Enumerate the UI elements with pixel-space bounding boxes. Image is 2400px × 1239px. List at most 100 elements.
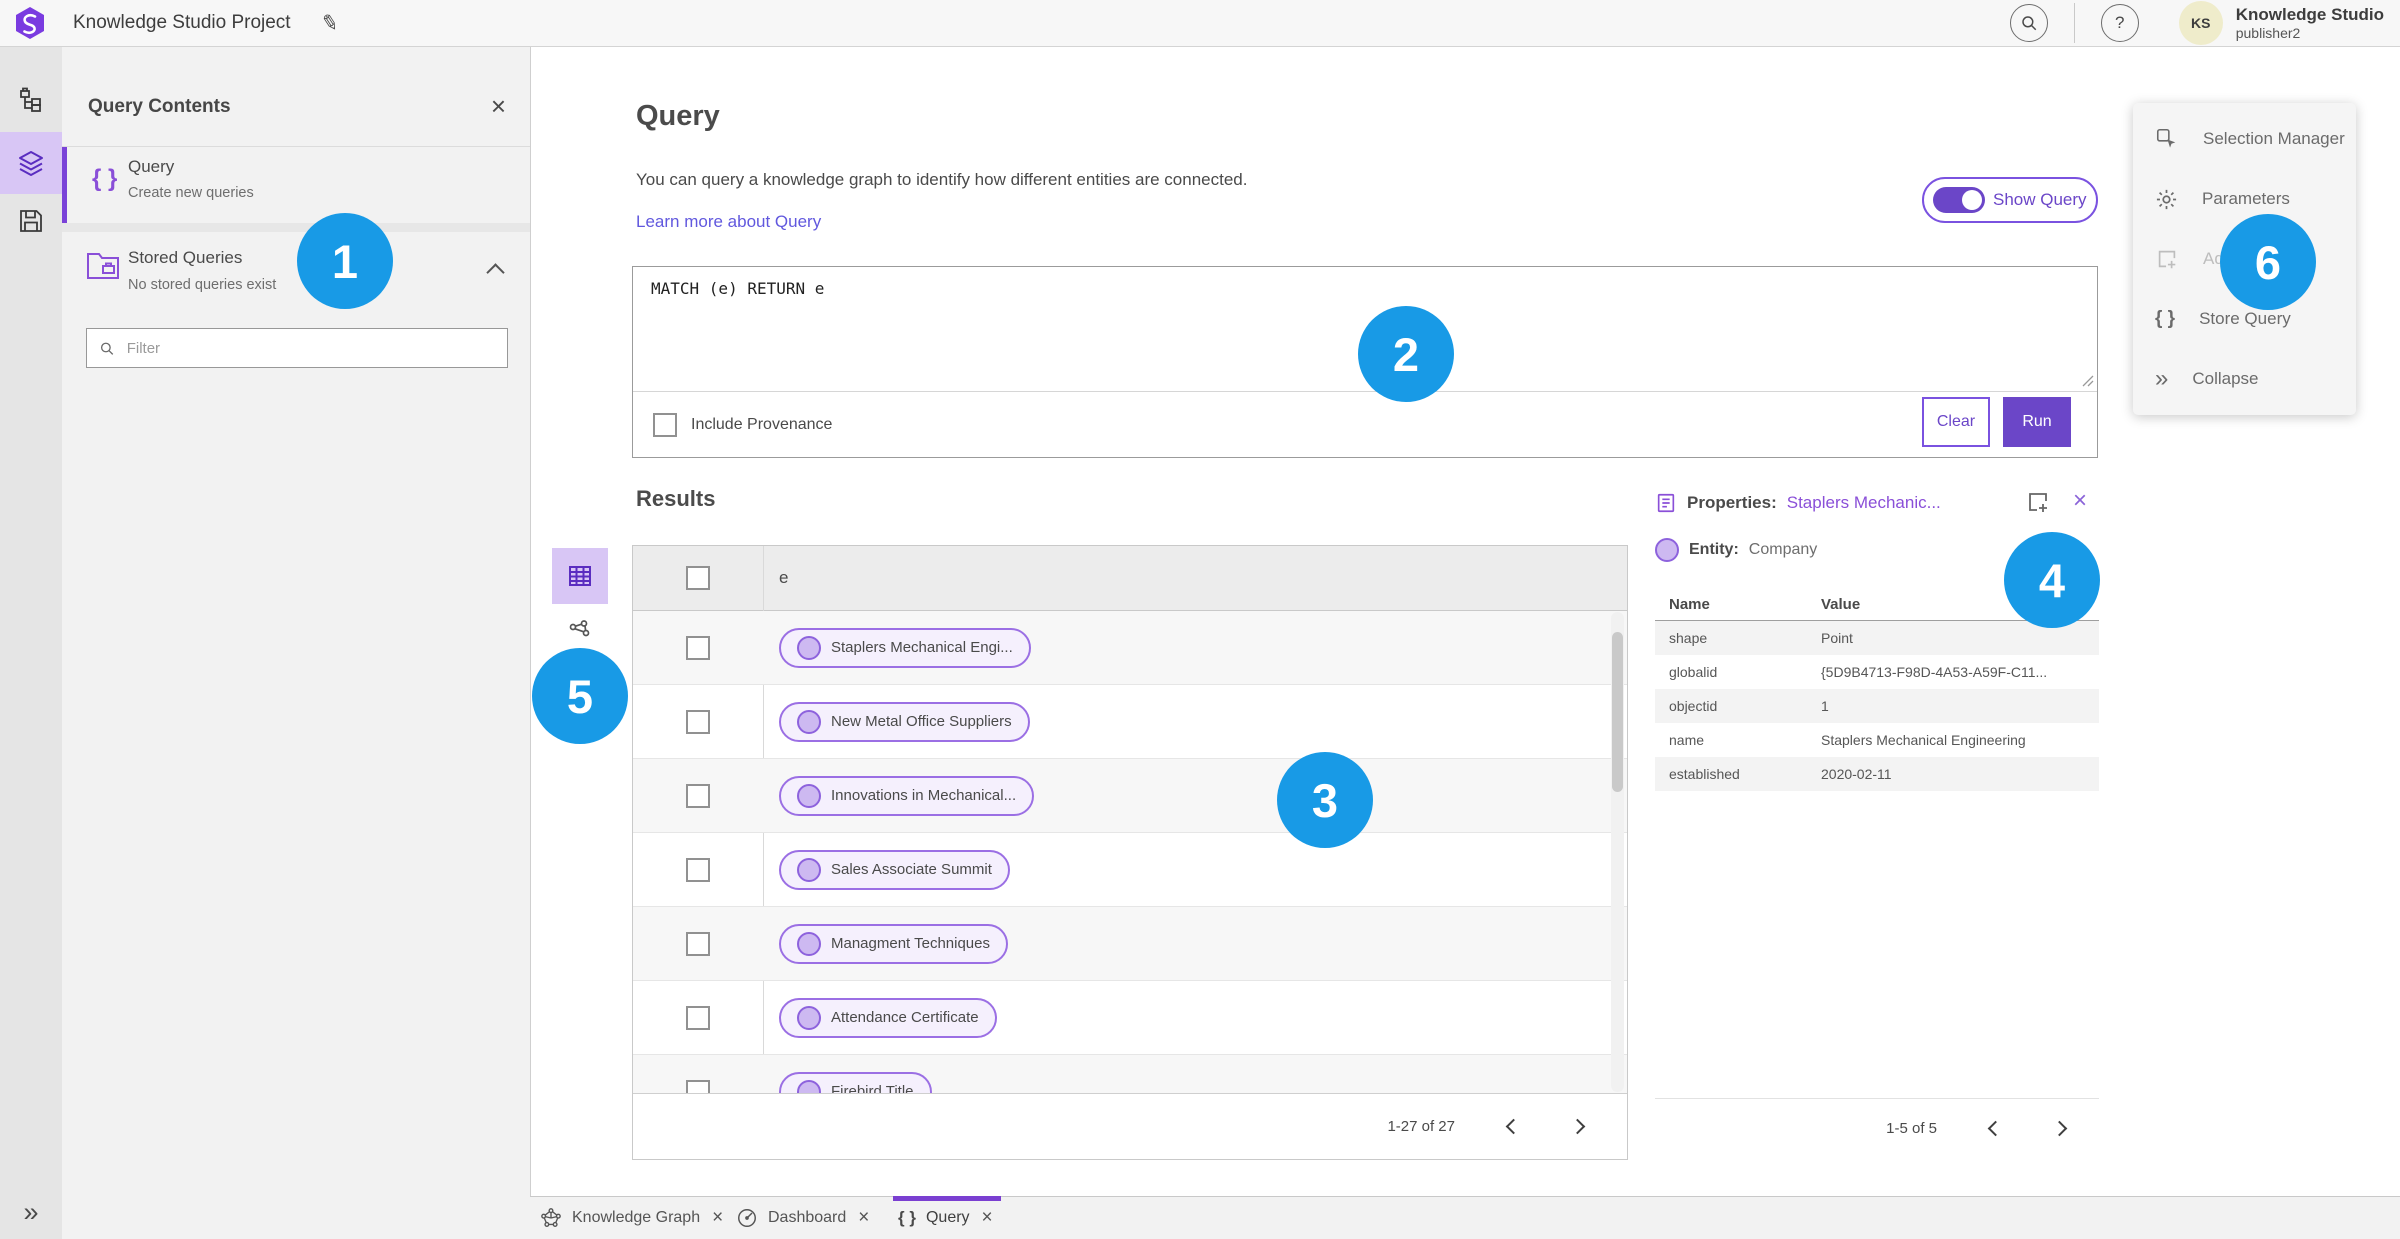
results-table-body: Staplers Mechanical Engi... New Metal Of… (633, 611, 1627, 1094)
contents-item-stored-queries[interactable]: Stored Queries No stored queries exist (62, 232, 530, 322)
collapse-item[interactable]: » Collapse (2133, 349, 2356, 409)
tab-knowledge-graph[interactable]: Knowledge Graph × (540, 1197, 725, 1239)
layers-icon (19, 151, 43, 176)
filter-field (86, 328, 508, 368)
table-row: Sales Associate Summit (633, 833, 1627, 907)
collapse-icon: » (2155, 365, 2169, 392)
next-page-button[interactable] (2051, 1118, 2073, 1140)
entity-dot-icon (797, 709, 821, 734)
search-button[interactable] (2009, 4, 2048, 42)
item-label: Query (128, 157, 175, 176)
page-title: Query (636, 100, 720, 132)
entity-value: Company (1748, 541, 1818, 558)
properties-doc-icon (1657, 493, 1675, 513)
previous-page-button[interactable] (1983, 1118, 2005, 1140)
row-checkbox[interactable] (686, 1079, 710, 1094)
close-properties-button[interactable]: × (2067, 486, 2093, 516)
tab-query[interactable]: { } Query × (898, 1197, 995, 1239)
entity-pill[interactable]: Firebird Title (779, 1071, 932, 1094)
help-button[interactable]: ? (2100, 4, 2139, 42)
save-button[interactable] (0, 190, 62, 252)
row-checkbox[interactable] (686, 1005, 710, 1030)
folder-icon (87, 253, 119, 279)
bottom-tab-bar: Knowledge Graph × Dashboard × { } Query … (530, 1196, 2400, 1239)
row-checkbox[interactable] (686, 783, 710, 808)
run-button[interactable]: Run (2003, 397, 2071, 447)
show-query-toggle[interactable]: Show Query (1922, 177, 2098, 223)
entity-pill[interactable]: Innovations in Mechanical... (779, 775, 1035, 816)
app-root: Knowledge Studio Project ✎ ? KS Knowledg… (0, 0, 2400, 1239)
selection-manager-item[interactable]: Selection Manager (2133, 109, 2356, 169)
properties-label: Properties: (1687, 493, 1777, 512)
layers-button[interactable] (0, 132, 62, 194)
table-row: Managment Techniques (633, 907, 1627, 981)
braces-icon: { } (898, 1208, 916, 1227)
project-title: Knowledge Studio Project (73, 12, 291, 33)
scrollbar-track[interactable] (1611, 612, 1624, 1092)
entity-pill[interactable]: Sales Associate Summit (779, 849, 1010, 890)
previous-page-button[interactable] (1501, 1116, 1523, 1138)
entity-pill[interactable]: Managment Techniques (779, 923, 1008, 964)
top-bar: Knowledge Studio Project ✎ ? KS Knowledg… (0, 0, 2400, 47)
select-all-checkbox[interactable] (686, 566, 710, 590)
braces-icon: { } (92, 165, 118, 192)
help-icon: ? (2114, 13, 2125, 32)
table-row: Firebird Title (633, 1055, 1627, 1094)
row-checkbox[interactable] (686, 931, 710, 956)
user-role: publisher2 (2235, 24, 2301, 41)
edit-title-button[interactable]: ✎ (312, 7, 347, 40)
property-row: shape Point (1655, 621, 2099, 655)
close-panel-button[interactable]: × (485, 90, 512, 123)
link-chart-icon (569, 620, 590, 637)
results-table-header: e (633, 546, 1627, 611)
toggle-track (1933, 187, 1985, 213)
add-to-selection-icon (2158, 250, 2176, 269)
search-icon (2021, 16, 2036, 31)
entity-dot-icon (797, 635, 821, 660)
gear-icon (2156, 189, 2177, 209)
link-chart-view-button[interactable] (560, 612, 600, 652)
close-tab-button[interactable]: × (710, 1207, 725, 1229)
data-model-button[interactable] (0, 68, 62, 130)
clear-button[interactable]: Clear (1922, 397, 1990, 447)
entity-pill[interactable]: Staplers Mechanical Engi... (779, 627, 1031, 668)
toggle-knob (1962, 190, 1982, 210)
entity-pill[interactable]: Attendance Certificate (779, 997, 997, 1038)
entity-dot-icon (797, 1005, 821, 1030)
item-description: No stored queries exist (128, 277, 277, 293)
tab-dashboard[interactable]: Dashboard × (736, 1197, 871, 1239)
expand-rail-button[interactable]: » (0, 1196, 62, 1229)
scrollbar-thumb[interactable] (1612, 632, 1623, 792)
properties-entity-link[interactable]: Staplers Mechanic... (1787, 493, 1941, 513)
resize-handle-icon[interactable] (2082, 375, 2094, 387)
results-title: Results (636, 486, 716, 511)
collapse-section-chevron-icon[interactable] (486, 263, 505, 282)
entity-pill[interactable]: New Metal Office Suppliers (779, 701, 1030, 742)
query-contents-panel: Query Contents × { } Query Create new qu… (62, 46, 531, 1239)
add-to-selection-button[interactable] (2019, 488, 2057, 516)
results-pagination: 1-27 of 27 (633, 1093, 1627, 1159)
search-icon (100, 342, 114, 355)
close-tab-button[interactable]: × (856, 1207, 871, 1229)
item-label: Stored Queries (128, 248, 243, 267)
query-editor[interactable]: MATCH (e) RETURN e (651, 279, 824, 298)
table-row: New Metal Office Suppliers (633, 685, 1627, 759)
app-logo-icon (16, 7, 44, 39)
include-provenance-checkbox[interactable] (653, 413, 677, 437)
knowledge-graph-icon (541, 1208, 561, 1227)
row-checkbox[interactable] (686, 857, 710, 882)
table-view-button[interactable] (552, 548, 608, 604)
learn-more-link[interactable]: Learn more about Query (636, 212, 821, 232)
include-provenance-label: Include Provenance (691, 416, 833, 433)
property-row: established 2020-02-11 (1655, 757, 2099, 791)
filter-input[interactable] (124, 338, 495, 358)
close-tab-button[interactable]: × (980, 1207, 995, 1229)
selection-manager-icon (2156, 128, 2176, 148)
row-checkbox[interactable] (686, 635, 710, 660)
save-icon (20, 210, 42, 232)
avatar[interactable]: KS (2178, 1, 2223, 45)
row-checkbox[interactable] (686, 709, 710, 734)
next-page-button[interactable] (1569, 1116, 1591, 1138)
column-header-name: Name (1669, 595, 1710, 613)
contents-item-query[interactable]: { } Query Create new queries (62, 147, 530, 223)
